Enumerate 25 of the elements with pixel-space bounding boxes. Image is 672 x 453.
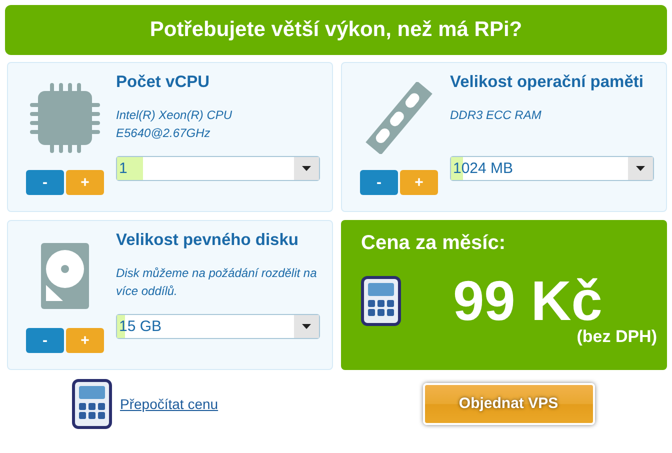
option-title: Počet vCPU	[116, 73, 211, 92]
calculator-icon	[72, 378, 112, 428]
increase-button[interactable]: +	[400, 170, 438, 195]
option-description: Disk můžeme na požádání rozdělit na více oddílů.	[116, 265, 318, 300]
option-description: DDR3 ECC RAM	[450, 107, 542, 124]
value-dropdown[interactable]: 1024 MB	[450, 156, 654, 181]
chip-icon	[30, 83, 100, 153]
decrease-button[interactable]: -	[26, 170, 64, 195]
option-title: Velikost pevného disku	[116, 231, 300, 250]
value-dropdown[interactable]: 1	[116, 156, 320, 181]
memory-module-icon	[363, 82, 435, 154]
calculator-icon	[361, 276, 401, 326]
option-description: Intel(R) Xeon(R) CPU E5640@2.67GHz	[116, 107, 234, 142]
recalculate-link[interactable]: Přepočítat cenu	[120, 396, 218, 412]
price-amount: 99 Kč	[453, 273, 602, 329]
decrease-button[interactable]: -	[360, 170, 398, 195]
header-title: Potřebujete větší výkon, než má RPi?	[150, 18, 522, 42]
price-note: (bez DPH)	[576, 327, 657, 347]
price-label: Cena za měsíc:	[361, 232, 507, 255]
increase-button[interactable]: +	[66, 328, 104, 353]
order-button[interactable]: Objednat VPS	[422, 382, 594, 424]
decrease-button[interactable]: -	[26, 328, 64, 353]
increase-button[interactable]: +	[66, 170, 104, 195]
value-dropdown[interactable]: 15 GB	[116, 314, 320, 339]
option-title: Velikost operační paměti	[450, 73, 644, 92]
